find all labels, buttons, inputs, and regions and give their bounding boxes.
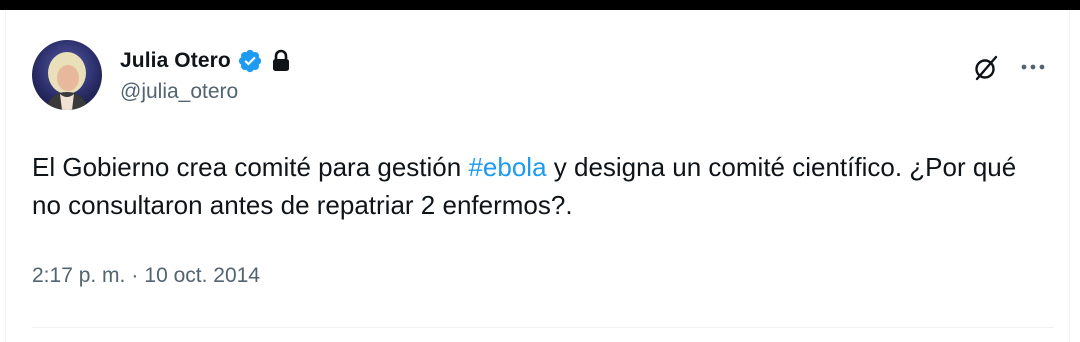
tweet-card: Julia Otero @julia_otero El Gobierno cre… (5, 10, 1070, 342)
tweet-timestamp[interactable]: 2:17 p. m. · 10 oct. 2014 (32, 264, 260, 288)
author-name-row: Julia Otero (120, 46, 291, 76)
author-display-name[interactable]: Julia Otero (120, 49, 231, 73)
verified-badge-icon[interactable] (237, 48, 263, 74)
avatar[interactable] (32, 40, 102, 110)
more-options-icon (1021, 64, 1045, 70)
divider (32, 327, 1054, 328)
protected-lock-icon (272, 49, 289, 71)
top-black-bar (0, 0, 1080, 10)
tweet-text-before: El Gobierno crea comité para gestión (32, 152, 469, 182)
tweet-time[interactable]: 2:17 p. m. (32, 264, 125, 288)
timestamp-separator: · (131, 264, 139, 287)
tweet-date[interactable]: 10 oct. 2014 (144, 264, 260, 288)
grok-icon[interactable] (972, 54, 1000, 82)
hashtag-link[interactable]: #ebola (468, 152, 546, 182)
tweet-text: El Gobierno crea comité para gestión #eb… (32, 148, 1032, 224)
more-options-button[interactable] (1016, 52, 1050, 82)
avatar-image (32, 40, 102, 110)
author-handle[interactable]: @julia_otero (120, 80, 238, 104)
